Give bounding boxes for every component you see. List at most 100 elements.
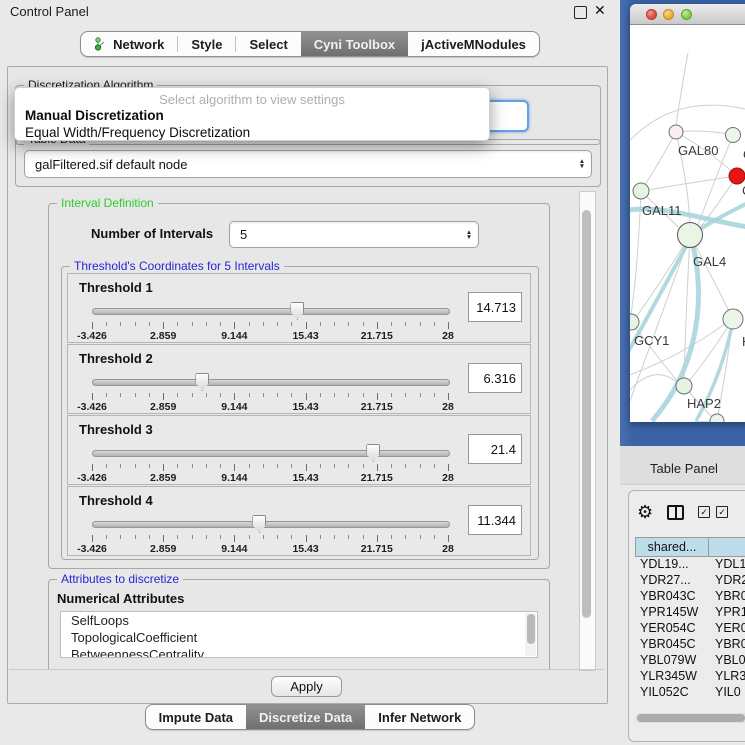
table-cell: YER054C: [635, 621, 709, 637]
table-cell: YBR0: [709, 637, 745, 653]
checkbox-icon[interactable]: ✓: [716, 506, 728, 518]
table-panel-card: ⚙ ✓ ✓ shared... na YDL19...YDL1YDR27...Y…: [628, 490, 745, 742]
slider-track[interactable]: [92, 379, 450, 386]
slider-track[interactable]: [92, 521, 450, 528]
table-row[interactable]: YBL079WYBL0: [635, 653, 745, 669]
slider-tick-labels: -3.4262.8599.14415.4321.71528: [92, 472, 448, 484]
table-row[interactable]: YIL052CYIL0: [635, 685, 745, 697]
slider-thumb[interactable]: [252, 515, 266, 533]
threshold-value-field[interactable]: 14.713: [468, 292, 522, 322]
slider-thumb[interactable]: [366, 444, 380, 462]
table-cell: YBL0: [709, 653, 745, 669]
slider-track[interactable]: [92, 450, 450, 457]
dropdown-option-manual[interactable]: Manual Discretization: [15, 107, 489, 124]
slider-ticks: [92, 464, 448, 472]
zoom-traffic-light-icon[interactable]: [681, 9, 692, 20]
threshold-row: Threshold 2 -3.4262.8599.14415.4321.7152…: [67, 344, 531, 414]
scrollbar-thumb[interactable]: [527, 614, 535, 644]
checkbox-icon[interactable]: ✓: [698, 506, 710, 518]
slider-ticks: [92, 393, 448, 401]
gear-icon[interactable]: ⚙: [637, 503, 653, 521]
table-cell: YLR3: [709, 669, 745, 685]
thresholds-group: Threshold's Coordinates for 5 Intervals …: [61, 266, 539, 560]
tab-label: Network: [113, 37, 164, 52]
threshold-slider[interactable]: -3.4262.8599.14415.4321.71528: [92, 513, 448, 553]
table-row[interactable]: YBR045CYBR0: [635, 637, 745, 653]
minimize-traffic-light-icon[interactable]: [663, 9, 674, 20]
slider-thumb[interactable]: [195, 373, 209, 391]
close-icon[interactable]: ✕: [594, 2, 606, 19]
node-gcy1[interactable]: [630, 314, 639, 330]
table-row[interactable]: YDL19...YDL1: [635, 557, 745, 573]
table-cell: YIL0: [709, 685, 745, 697]
slider-track[interactable]: [92, 308, 450, 315]
node-gal4[interactable]: [678, 223, 703, 248]
number-of-intervals-label: Number of Intervals: [91, 226, 213, 241]
attribute-item[interactable]: SelfLoops: [61, 612, 537, 629]
table-row[interactable]: YER054CYER0: [635, 621, 745, 637]
horizontal-scrollbar[interactable]: [635, 713, 745, 723]
column-header-shared[interactable]: shared...: [635, 537, 709, 557]
svg-text:GCY1: GCY1: [634, 333, 669, 348]
numerical-attributes-list[interactable]: SelfLoopsTopologicalCoefficientBetweenne…: [60, 611, 538, 658]
attribute-item[interactable]: TopologicalCoefficient: [61, 629, 537, 646]
tab-jactivemnodules[interactable]: jActiveMNodules: [408, 32, 539, 56]
threshold-slider[interactable]: -3.4262.8599.14415.4321.71528: [92, 300, 448, 340]
number-of-intervals-spinner[interactable]: 5 ▲▼: [229, 221, 479, 248]
threshold-value-field[interactable]: 11.344: [468, 505, 522, 535]
table-cell: YBR043C: [635, 589, 709, 605]
scrollbar-thumb[interactable]: [582, 210, 591, 618]
table-cell: YBR0: [709, 589, 745, 605]
slider-tick-labels: -3.4262.8599.14415.4321.71528: [92, 330, 448, 342]
close-traffic-light-icon[interactable]: [646, 9, 657, 20]
table-row[interactable]: YDR27...YDR2: [635, 573, 745, 589]
network-view-window[interactable]: GAL80 G C GAL11 GAL4 GCY1 H HAP2: [630, 4, 745, 422]
threshold-value-field[interactable]: 6.316: [468, 363, 522, 393]
app-root: { "window": { "title": "Control Panel" }…: [0, 0, 745, 745]
node-gal80[interactable]: [669, 125, 683, 139]
threshold-slider[interactable]: -3.4262.8599.14415.4321.71528: [92, 371, 448, 411]
tab-infer-network[interactable]: Infer Network: [365, 705, 474, 729]
tab-style[interactable]: Style: [178, 32, 235, 56]
tab-cyni-toolbox[interactable]: Cyni Toolbox: [301, 32, 408, 56]
tab-discretize-data[interactable]: Discretize Data: [246, 705, 365, 729]
tab-impute-data[interactable]: Impute Data: [146, 705, 246, 729]
table-cell: YDR27...: [635, 573, 709, 589]
apply-button[interactable]: Apply: [271, 676, 342, 697]
columns-icon[interactable]: [667, 505, 684, 520]
table-cell: YBR045C: [635, 637, 709, 653]
node-gal11[interactable]: [633, 183, 649, 199]
table-cell: YIL052C: [635, 685, 709, 697]
stepper-arrows-icon: ▲▼: [573, 159, 591, 169]
network-canvas[interactable]: GAL80 G C GAL11 GAL4 GCY1 H HAP2: [630, 25, 745, 422]
list-scrollbar[interactable]: [525, 613, 536, 656]
table-data-combobox[interactable]: galFiltered.sif default node ▲▼: [24, 150, 592, 178]
column-header-name[interactable]: na: [709, 537, 745, 557]
vertical-scrollbar[interactable]: [579, 191, 596, 671]
combobox-value: galFiltered.sif default node: [25, 157, 573, 172]
float-window-icon[interactable]: [574, 6, 587, 19]
node-g[interactable]: [726, 128, 741, 143]
svg-text:GAL11: GAL11: [642, 203, 682, 218]
node-bottom[interactable]: [710, 414, 724, 422]
tab-select[interactable]: Select: [236, 32, 300, 56]
node-h[interactable]: [723, 309, 743, 329]
svg-text:GAL80: GAL80: [678, 143, 718, 158]
slider-ticks: [92, 322, 448, 330]
dropdown-option-equal-width[interactable]: Equal Width/Frequency Discretization: [15, 124, 489, 141]
threshold-value-field[interactable]: 21.4: [468, 434, 522, 464]
table-row[interactable]: YPR145WYPR1: [635, 605, 745, 621]
node-hap2[interactable]: [676, 378, 692, 394]
settings-scroll-area: Interval Definition Number of Intervals …: [13, 191, 579, 669]
node-red[interactable]: [729, 168, 745, 184]
table-row[interactable]: YLR345WYLR3: [635, 669, 745, 685]
table-row[interactable]: YBR043CYBR0: [635, 589, 745, 605]
scrollbar-thumb[interactable]: [637, 714, 745, 722]
slider-thumb[interactable]: [290, 302, 304, 320]
cyni-toolbox-panel: Discretization Algorithm Select algorith…: [7, 66, 608, 704]
tab-network[interactable]: Network: [81, 32, 177, 56]
network-window-titlebar[interactable]: [630, 4, 745, 25]
threshold-slider[interactable]: -3.4262.8599.14415.4321.71528: [92, 442, 448, 482]
control-panel-titlebar: Control Panel ✕: [0, 0, 620, 24]
attribute-item[interactable]: BetweennessCentrality: [61, 646, 537, 658]
